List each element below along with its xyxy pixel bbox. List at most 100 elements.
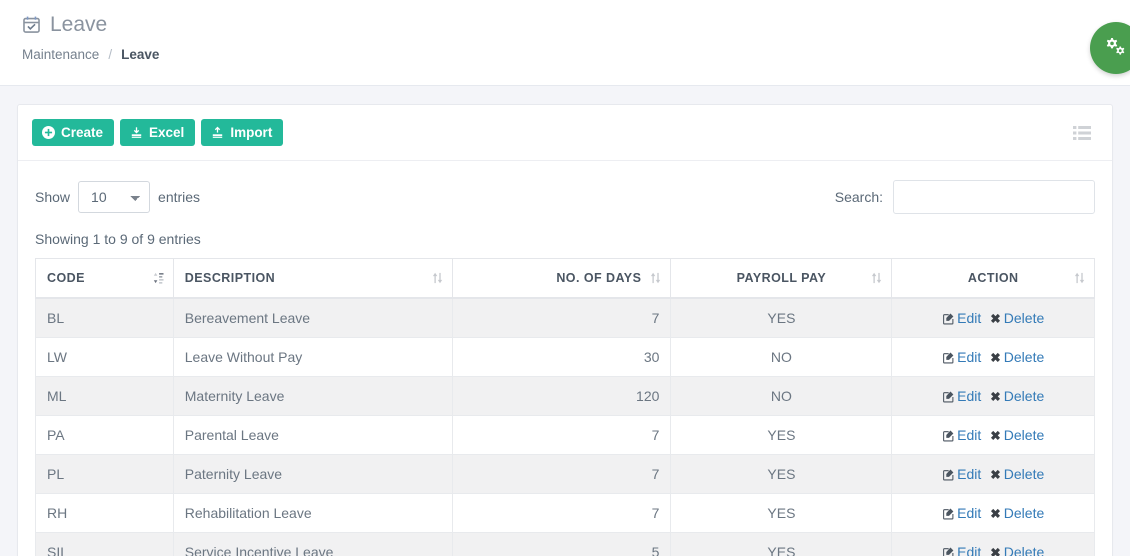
delete-link[interactable]: Delete xyxy=(1004,388,1044,404)
delete-link[interactable]: Delete xyxy=(1004,349,1044,365)
show-label: Show xyxy=(35,189,71,205)
search-label: Search: xyxy=(834,189,883,205)
column-header-no-of-days[interactable]: NO. OF DAYS xyxy=(452,258,672,299)
cell-action: Edit ✖ Delete xyxy=(891,415,1095,455)
cell-payroll-pay: YES xyxy=(670,415,893,455)
edit-link-label: Edit xyxy=(957,310,982,326)
cell-no-of-days: 7 xyxy=(452,297,672,338)
search-control: Search: xyxy=(835,180,1095,214)
column-header-code[interactable]: CODE xyxy=(35,258,174,299)
edit-link-label: Edit xyxy=(957,505,982,521)
cell-code: BL xyxy=(35,297,174,338)
content-wrapper: Create Excel Import Show 10 entries Sear… xyxy=(0,86,1130,556)
edit-link[interactable]: Edit xyxy=(942,544,981,556)
pencil-square-icon xyxy=(942,349,957,365)
breadcrumb: Maintenance / Leave xyxy=(22,47,1106,62)
edit-link[interactable]: Edit xyxy=(942,388,981,404)
edit-link[interactable]: Edit xyxy=(942,310,981,326)
edit-link[interactable]: Edit xyxy=(942,349,981,365)
excel-export-button-label: Excel xyxy=(149,124,185,140)
cell-code: ML xyxy=(35,376,174,416)
pencil-square-icon xyxy=(942,505,957,521)
leave-table: CODE DESCRIPTION NO. OF DAYS PAYROLL PAY… xyxy=(35,258,1095,556)
cell-code: RH xyxy=(35,493,174,533)
edit-link-label: Edit xyxy=(957,388,982,404)
page-length-select[interactable]: 10 25 50 100 xyxy=(78,181,151,213)
import-button[interactable]: Import xyxy=(201,118,284,147)
excel-export-button[interactable]: Excel xyxy=(120,118,196,147)
cell-no-of-days: 5 xyxy=(452,532,672,556)
delete-link-label: Delete xyxy=(1003,349,1045,365)
times-icon: ✖ xyxy=(990,351,1001,365)
pencil-square-icon xyxy=(942,544,957,556)
cell-action: Edit ✖ Delete xyxy=(891,376,1095,416)
column-header-payroll-pay[interactable]: PAYROLL PAY xyxy=(670,258,893,299)
cogs-icon xyxy=(1105,36,1127,61)
times-icon: ✖ xyxy=(990,546,1001,556)
delete-link[interactable]: Delete xyxy=(1004,427,1044,443)
delete-link-label: Delete xyxy=(1003,310,1045,326)
table-header-row: CODE DESCRIPTION NO. OF DAYS PAYROLL PAY… xyxy=(35,258,1095,299)
cell-payroll-pay: YES xyxy=(670,454,893,494)
column-header-no-of-days-label: NO. OF DAYS xyxy=(556,271,642,285)
table-row: LW Leave Without Pay 30 NO Edit ✖ Delete xyxy=(35,337,1095,377)
cell-action: Edit ✖ Delete xyxy=(891,297,1095,338)
calendar-check-icon xyxy=(22,15,41,34)
cell-code: LW xyxy=(35,337,174,377)
entries-label: entries xyxy=(158,189,201,205)
delete-link-label: Delete xyxy=(1003,427,1045,443)
pencil-square-icon xyxy=(942,466,957,482)
table-head: CODE DESCRIPTION NO. OF DAYS PAYROLL PAY… xyxy=(35,258,1095,299)
cell-no-of-days: 7 xyxy=(452,415,672,455)
delete-link-label: Delete xyxy=(1003,388,1045,404)
delete-link[interactable]: Delete xyxy=(1004,544,1044,556)
delete-link[interactable]: Delete xyxy=(1004,466,1044,482)
table-row: PL Paternity Leave 7 YES Edit ✖ Delete xyxy=(35,454,1095,494)
page-header: Leave Maintenance / Leave xyxy=(0,0,1130,86)
leave-card: Create Excel Import Show 10 entries Sear… xyxy=(17,104,1113,556)
sort-neutral-icon xyxy=(432,272,443,285)
create-button[interactable]: Create xyxy=(32,118,115,147)
table-row: BL Bereavement Leave 7 YES Edit ✖ Delete xyxy=(35,297,1095,338)
table-body: BL Bereavement Leave 7 YES Edit ✖ Delete LW Leav… xyxy=(35,297,1095,556)
edit-link-label: Edit xyxy=(957,427,982,443)
edit-link[interactable]: Edit xyxy=(942,466,981,482)
page-title: Leave xyxy=(22,14,1106,35)
sort-neutral-icon xyxy=(650,272,661,285)
pencil-square-icon xyxy=(942,388,957,404)
column-header-payroll-pay-label: PAYROLL PAY xyxy=(736,271,827,285)
cell-no-of-days: 7 xyxy=(452,493,672,533)
cell-description: Rehabilitation Leave xyxy=(172,493,454,533)
cell-description: Service Incentive Leave xyxy=(172,532,454,556)
times-icon: ✖ xyxy=(990,312,1001,326)
cell-action: Edit ✖ Delete xyxy=(891,532,1095,556)
column-header-action-label: ACTION xyxy=(967,271,1019,285)
edit-link[interactable]: Edit xyxy=(942,427,981,443)
edit-link-label: Edit xyxy=(957,466,982,482)
delete-link-label: Delete xyxy=(1003,466,1045,482)
edit-link-label: Edit xyxy=(957,349,982,365)
delete-link[interactable]: Delete xyxy=(1004,310,1044,326)
breadcrumb-item-maintenance[interactable]: Maintenance xyxy=(22,47,99,62)
edit-link[interactable]: Edit xyxy=(942,505,981,521)
cell-description: Paternity Leave xyxy=(172,454,454,494)
page-length-control: Show 10 25 50 100 entries xyxy=(35,181,200,213)
sort-neutral-icon xyxy=(871,272,882,285)
sort-asc-active-icon xyxy=(153,272,164,285)
settings-fab-button[interactable] xyxy=(1090,22,1130,74)
cell-description: Parental Leave xyxy=(172,415,454,455)
list-icon[interactable] xyxy=(1069,121,1095,144)
column-header-code-label: CODE xyxy=(47,271,85,285)
search-input[interactable] xyxy=(893,180,1095,214)
cell-no-of-days: 30 xyxy=(452,337,672,377)
column-header-description-label: DESCRIPTION xyxy=(184,271,276,285)
delete-link[interactable]: Delete xyxy=(1004,505,1044,521)
column-header-description[interactable]: DESCRIPTION xyxy=(172,258,454,299)
column-header-action[interactable]: ACTION xyxy=(891,258,1095,299)
datatable-controls: Show 10 25 50 100 entries Search: xyxy=(35,177,1095,217)
cell-action: Edit ✖ Delete xyxy=(891,337,1095,377)
cell-payroll-pay: YES xyxy=(670,297,893,338)
delete-link-label: Delete xyxy=(1003,505,1045,521)
cell-code: PL xyxy=(35,454,174,494)
datatable-info: Showing 1 to 9 of 9 entries xyxy=(35,231,201,247)
